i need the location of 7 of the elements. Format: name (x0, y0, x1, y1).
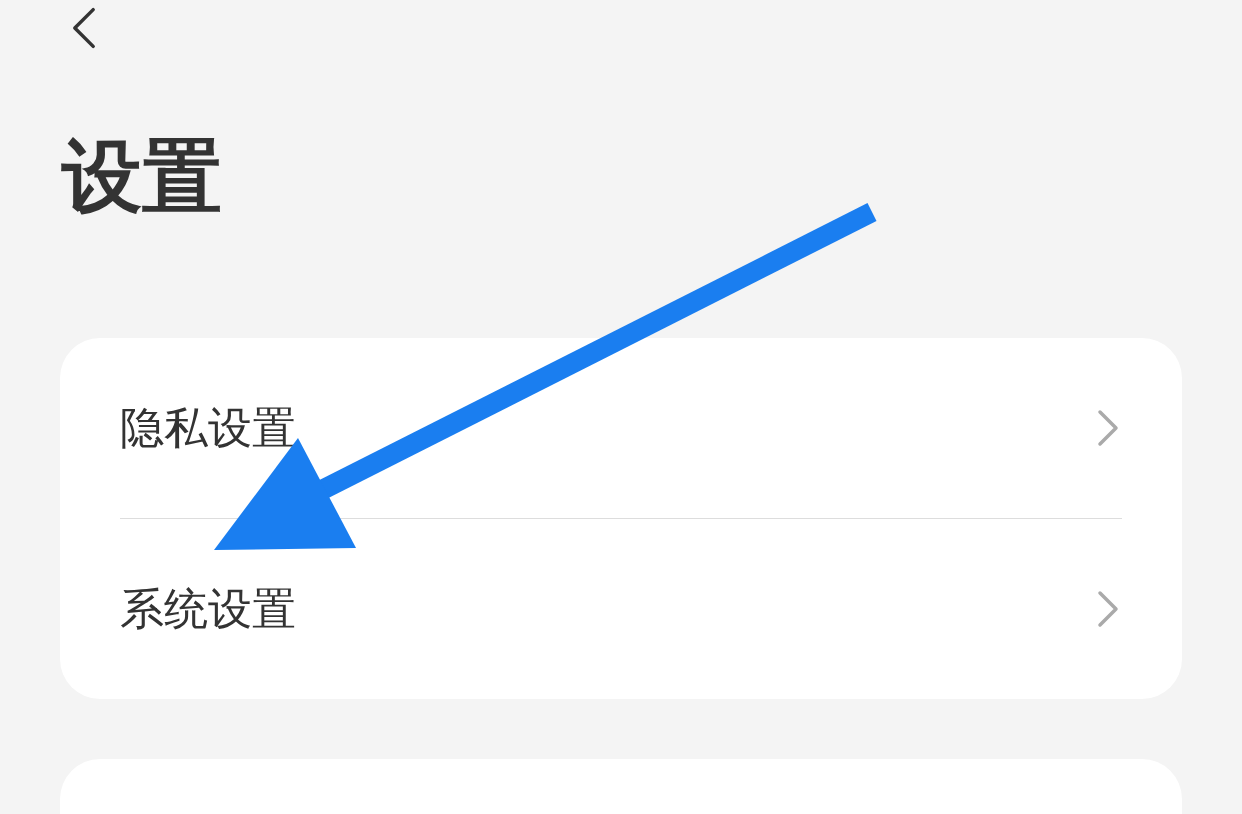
chevron-icon (1096, 408, 1120, 448)
row-label: 系统设置 (120, 582, 296, 636)
settings-row[interactable]: 系统设置 (120, 519, 1122, 699)
page-title: 设置 (62, 129, 223, 225)
row-label: 隐私设置 (120, 401, 296, 455)
chevron-icon (1096, 589, 1120, 629)
settings-row[interactable]: 隐私设置 (120, 338, 1122, 518)
